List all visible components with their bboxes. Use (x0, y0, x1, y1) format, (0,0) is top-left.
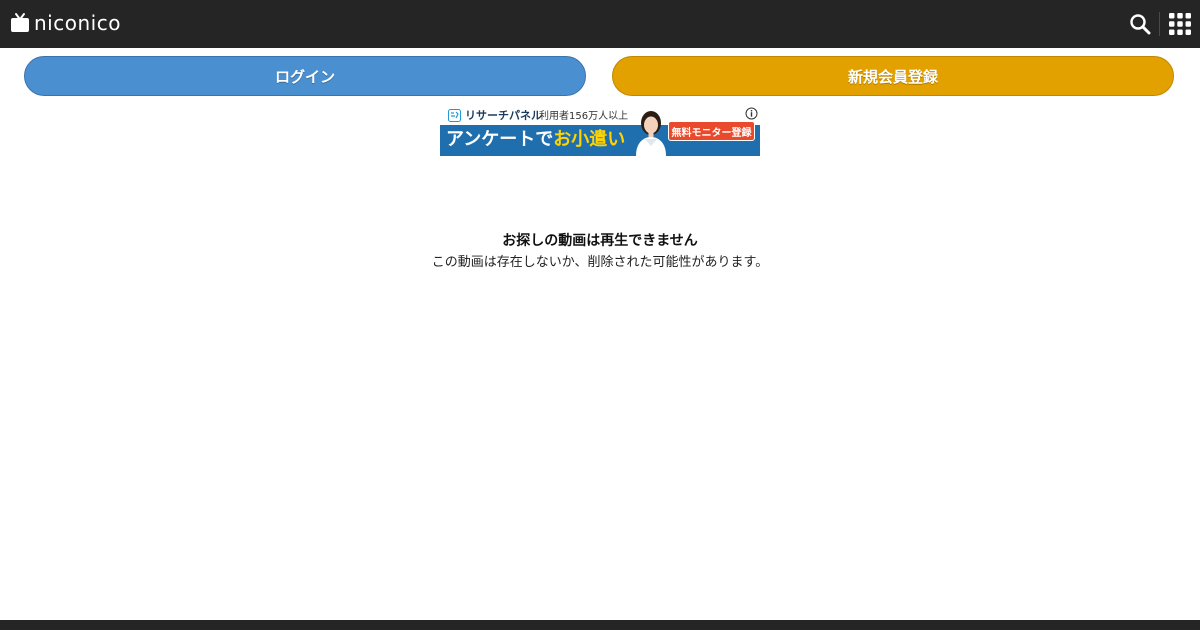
ad-headline-highlight: お小遣い (553, 129, 626, 150)
ad-headline-main: アンケートで (446, 129, 554, 150)
header-divider (1159, 12, 1160, 36)
research-panel-icon (448, 109, 461, 122)
error-description: この動画は存在しないか、削除された可能性があります。 (431, 255, 769, 270)
ad-info-icon[interactable] (745, 107, 758, 120)
error-title: お探しの動画は再生できません (502, 233, 698, 249)
niconico-logo[interactable]: niconico (10, 10, 121, 36)
logo-text: niconico (34, 11, 121, 35)
register-button[interactable]: 新規会員登録 (612, 56, 1174, 96)
tv-logo-icon (11, 13, 29, 32)
ad-headline: アンケートでお小遣い (446, 127, 625, 153)
header-bar: niconico (0, 0, 1200, 48)
login-button[interactable]: ログイン (24, 56, 586, 96)
search-icon[interactable] (1129, 13, 1151, 35)
ad-cta-button[interactable]: 無料モニター登録 (668, 121, 755, 141)
ad-banner[interactable]: リサーチパネル 利用者156万人以上 アンケートでお小遣い 無料モニター登録 (440, 106, 760, 156)
footer-bar (0, 620, 1200, 630)
grid-menu-icon[interactable] (1169, 13, 1191, 35)
ad-brand: リサーチパネル (465, 109, 542, 122)
ad-user-count: 利用者156万人以上 (539, 111, 629, 122)
